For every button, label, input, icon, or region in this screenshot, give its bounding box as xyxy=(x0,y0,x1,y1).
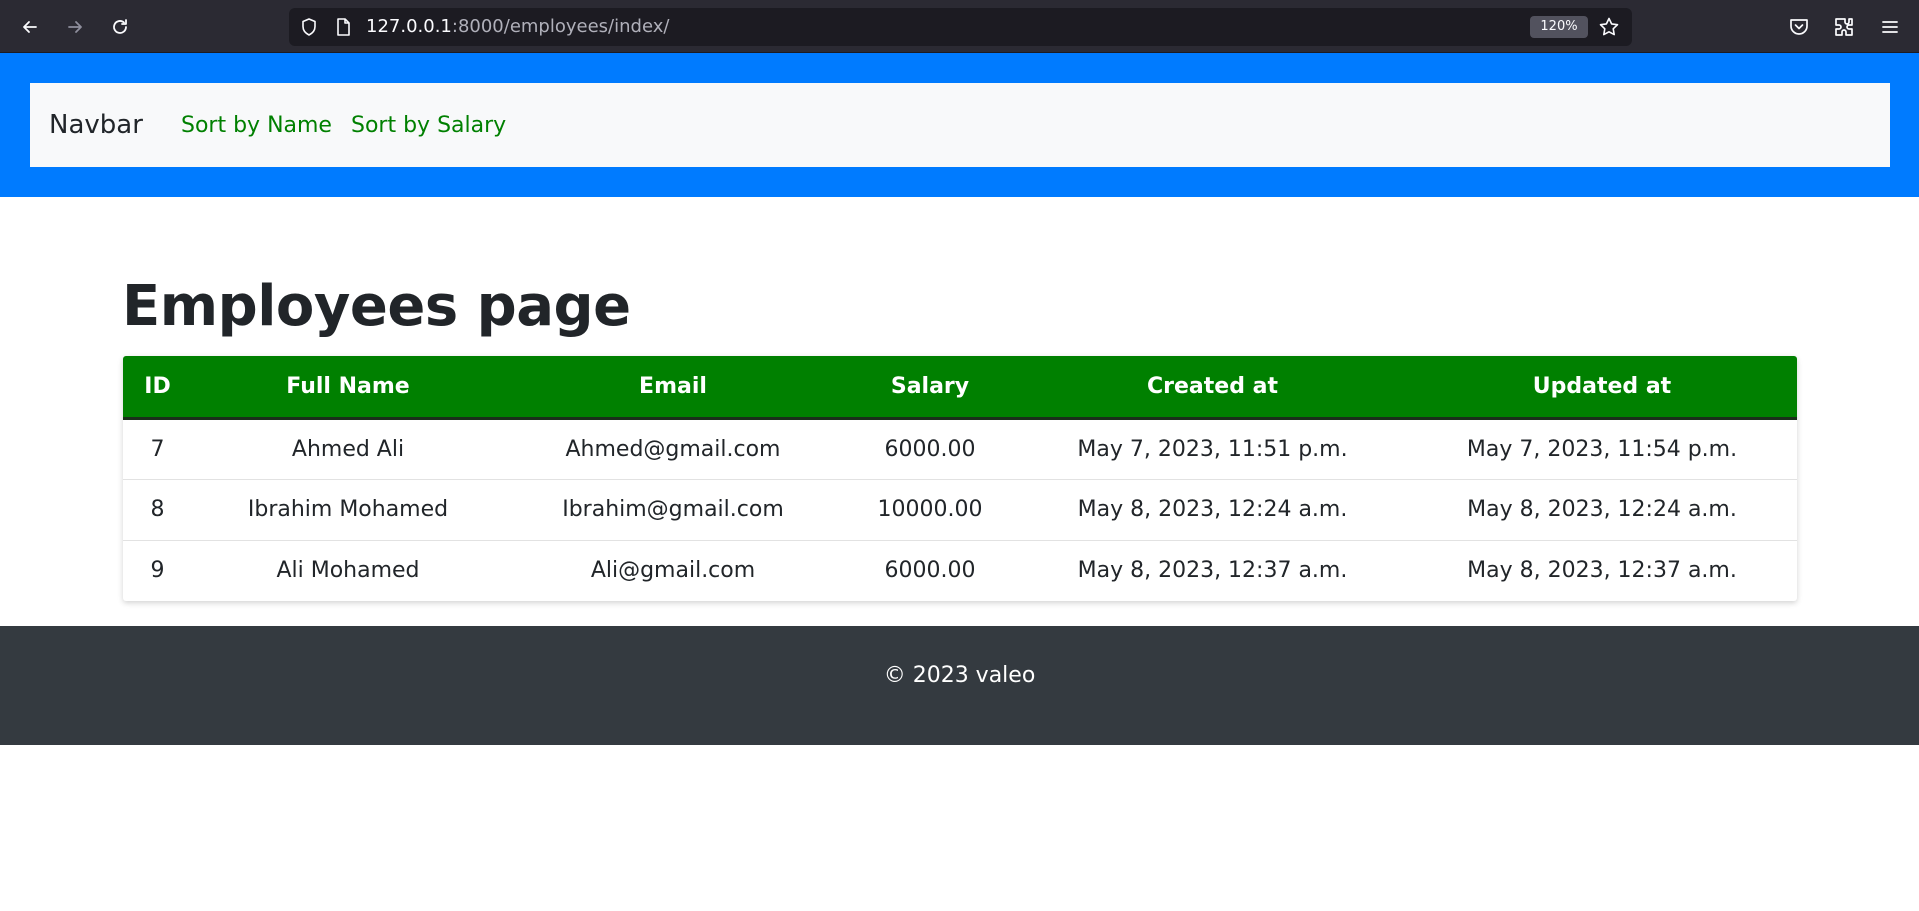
navbar-brand[interactable]: Navbar xyxy=(49,109,143,141)
shield-icon[interactable] xyxy=(299,17,319,37)
cell-created-at: May 7, 2023, 11:51 p.m. xyxy=(1077,436,1348,462)
cell-created-at: May 8, 2023, 12:37 a.m. xyxy=(1077,558,1348,584)
cell-updated-at: May 8, 2023, 12:24 a.m. xyxy=(1467,497,1737,522)
reload-icon xyxy=(113,19,127,34)
cell-id: 8 xyxy=(150,497,165,522)
table-header: ID Full Name Email Salary Created at Upd… xyxy=(123,356,1797,418)
cell-updated-at: May 8, 2023, 12:37 a.m. xyxy=(1467,558,1737,584)
table-row: 7 Ahmed Ali Ahmed@gmail.com 6000.00 May … xyxy=(123,418,1797,479)
cell-full-name: Ahmed Ali xyxy=(291,436,405,462)
navbar: Navbar Sort by Name Sort by Salary xyxy=(30,83,1890,167)
page-title: Employees page xyxy=(122,274,631,339)
cell-updated-at: May 7, 2023, 11:54 p.m. xyxy=(1466,436,1738,462)
cell-salary: 6000.00 xyxy=(884,558,976,584)
extensions-icon[interactable] xyxy=(1832,15,1856,39)
cell-full-name: Ibrahim Mohamed xyxy=(247,497,449,522)
cell-id: 9 xyxy=(150,558,165,584)
table-body: 7 Ahmed Ali Ahmed@gmail.com 6000.00 May … xyxy=(123,418,1797,601)
url-text[interactable]: 127.0.0.1:8000/employees/index/ xyxy=(366,16,669,38)
forward-icon xyxy=(68,21,82,33)
reload-button[interactable] xyxy=(105,12,135,42)
employees-table: ID Full Name Email Salary Created at Upd… xyxy=(123,356,1797,601)
browser-toolbar: 127.0.0.1:8000/employees/index/ 120% xyxy=(0,0,1919,53)
back-button[interactable] xyxy=(15,12,45,42)
table-row: 9 Ali Mohamed Ali@gmail.com 6000.00 May … xyxy=(123,540,1797,601)
page-icon[interactable] xyxy=(333,17,353,37)
forward-button[interactable] xyxy=(60,12,90,42)
star-icon[interactable] xyxy=(1598,16,1620,38)
back-icon xyxy=(23,21,37,33)
url-path: :8000/employees/index/ xyxy=(451,16,670,37)
url-host: 127.0.0.1 xyxy=(366,16,452,37)
employees-table-container: ID Full Name Email Salary Created at Upd… xyxy=(123,356,1797,601)
footer-copyright: © 2023 valeo xyxy=(883,663,1036,688)
url-bar[interactable]: 127.0.0.1:8000/employees/index/ 120% xyxy=(289,8,1632,46)
pocket-icon[interactable] xyxy=(1787,15,1811,39)
page-footer: © 2023 valeo xyxy=(0,626,1919,745)
cell-created-at: May 8, 2023, 12:24 a.m. xyxy=(1077,497,1348,522)
column-header-created-at: Created at xyxy=(1147,373,1278,399)
sort-by-name-link[interactable]: Sort by Name xyxy=(181,112,332,140)
column-header-updated-at: Updated at xyxy=(1532,373,1672,399)
cell-full-name: Ali Mohamed xyxy=(276,558,420,584)
cell-email: Ahmed@gmail.com xyxy=(565,436,781,462)
zoom-level-badge[interactable]: 120% xyxy=(1530,16,1588,38)
sort-by-salary-link[interactable]: Sort by Salary xyxy=(351,112,506,140)
cell-salary: 6000.00 xyxy=(884,436,976,462)
column-header-id: ID xyxy=(144,373,171,399)
menu-icon[interactable] xyxy=(1878,15,1902,39)
table-row: 8 Ibrahim Mohamed Ibrahim@gmail.com 1000… xyxy=(123,479,1797,540)
cell-id: 7 xyxy=(150,436,165,462)
cell-salary: 10000.00 xyxy=(877,497,983,522)
page-header: Navbar Sort by Name Sort by Salary xyxy=(0,53,1919,197)
table-header-row: ID Full Name Email Salary Created at Upd… xyxy=(123,356,1797,418)
column-header-salary: Salary xyxy=(890,373,970,399)
cell-email: Ibrahim@gmail.com xyxy=(562,497,784,522)
cell-email: Ali@gmail.com xyxy=(590,558,756,584)
column-header-full-name: Full Name xyxy=(286,373,410,399)
column-header-email: Email xyxy=(639,373,707,399)
